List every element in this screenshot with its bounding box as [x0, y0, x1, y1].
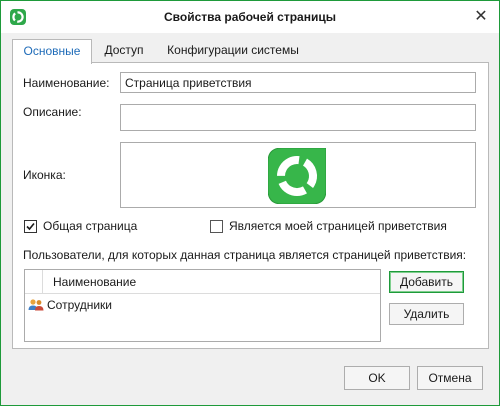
users-table: Наименование Сотрудники [24, 269, 381, 342]
header-gutter [25, 270, 43, 293]
cancel-button[interactable]: Отмена [417, 366, 483, 390]
name-label: Наименование: [23, 76, 110, 90]
shared-page-label: Общая страница [43, 219, 138, 233]
checkmark-icon [26, 222, 35, 231]
description-label: Описание: [23, 105, 82, 119]
add-button[interactable]: Добавить [389, 271, 464, 293]
name-field[interactable] [120, 72, 476, 93]
my-welcome-page-checkbox[interactable] [210, 220, 223, 233]
users-group-icon [28, 299, 44, 311]
description-field[interactable] [120, 104, 476, 131]
tab-system-configurations[interactable]: Конфигурации системы [160, 39, 306, 63]
table-row[interactable]: Сотрудники [25, 295, 380, 315]
green-ring-logo-icon [268, 148, 326, 204]
close-icon: ✕ [474, 8, 488, 25]
row-label: Сотрудники [47, 298, 112, 312]
dialog-title: Свойства рабочей страницы [164, 10, 336, 24]
icon-label: Иконка: [23, 168, 66, 182]
close-button[interactable]: ✕ [471, 7, 491, 27]
tab-general[interactable]: Основные [12, 39, 92, 64]
title-bar: Свойства рабочей страницы ✕ [1, 1, 499, 33]
column-header-name[interactable]: Наименование [53, 270, 136, 294]
table-header: Наименование [25, 270, 380, 294]
remove-button[interactable]: Удалить [389, 303, 464, 325]
ok-button[interactable]: OK [344, 366, 410, 390]
icon-picker[interactable] [120, 142, 476, 208]
tab-access[interactable]: Доступ [96, 39, 152, 63]
my-welcome-page-label: Является моей страницей приветствия [229, 219, 447, 233]
dialog-window: Свойства рабочей страницы ✕ Основные Дос… [0, 0, 500, 406]
shared-page-checkbox[interactable] [24, 220, 37, 233]
users-caption: Пользователи, для которых данная страниц… [23, 248, 467, 262]
general-tab-panel: Наименование: Описание: Иконка: Общая ст… [12, 62, 489, 349]
